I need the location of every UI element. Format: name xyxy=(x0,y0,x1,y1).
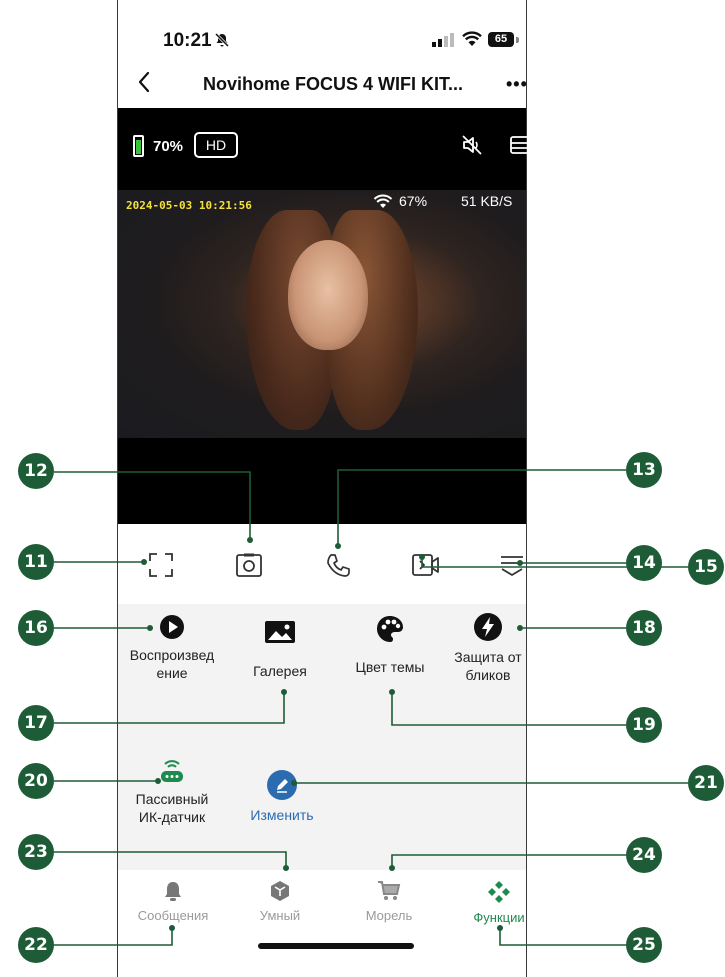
callout-lines xyxy=(54,469,688,946)
callout-11: 12 xyxy=(18,453,54,489)
callout-22: 22 xyxy=(18,927,54,963)
callout-16: 16 xyxy=(18,610,54,646)
callout-11b: 11 xyxy=(18,544,54,580)
callout-25: 25 xyxy=(626,927,662,963)
callout-23: 23 xyxy=(18,834,54,870)
callout-19: 19 xyxy=(626,707,662,743)
callout-14: 14 xyxy=(626,545,662,581)
callout-15: 15 xyxy=(688,549,724,585)
callout-17: 17 xyxy=(18,705,54,741)
callout-18: 18 xyxy=(626,610,662,646)
callout-21: 21 xyxy=(688,765,724,801)
callout-20: 20 xyxy=(18,763,54,799)
callout-24: 24 xyxy=(626,837,662,873)
callout-13: 13 xyxy=(626,452,662,488)
